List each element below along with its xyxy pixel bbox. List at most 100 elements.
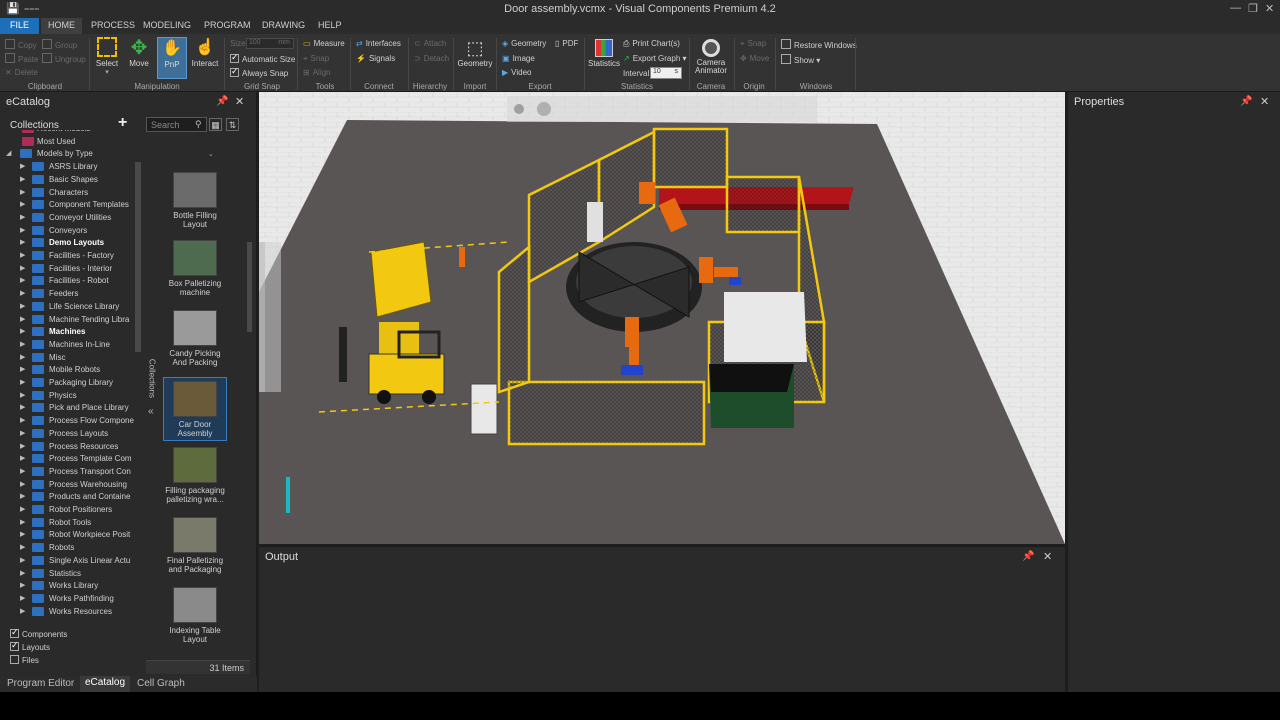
tree-item[interactable]: ▶ Facilities - Factory xyxy=(0,250,135,262)
tab-home[interactable]: HOME xyxy=(41,18,82,34)
origin-snap-button[interactable]: ⌖ Snap xyxy=(740,39,766,49)
catalog-item[interactable]: Final Palletizing and Packaging xyxy=(163,517,227,574)
tree-item[interactable]: ▶ Process Warehousing xyxy=(0,479,135,491)
collapsed-arrow-icon[interactable]: ▶ xyxy=(20,200,25,208)
collapsed-arrow-icon[interactable]: ▶ xyxy=(20,365,25,373)
tree-item[interactable]: ▶ Robot Positioners xyxy=(0,504,135,516)
nav-cube-top[interactable]: B xyxy=(301,464,308,475)
tree-item[interactable]: ▶ Robot Workpiece Posit xyxy=(0,529,135,541)
collapsed-arrow-icon[interactable]: ▶ xyxy=(20,480,25,488)
interval-field[interactable]: 10 s xyxy=(650,67,682,79)
grid-view-icon[interactable]: ▦ xyxy=(209,118,222,131)
collapsed-arrow-icon[interactable]: ▶ xyxy=(20,442,25,450)
filter-files[interactable]: Files xyxy=(10,655,39,665)
ungroup-button[interactable]: Ungroup xyxy=(42,53,86,64)
collapsed-arrow-icon[interactable]: ▶ xyxy=(20,175,25,183)
align-button[interactable]: ⊞ Align xyxy=(303,68,331,77)
catalog-item-selected[interactable]: Car Door Assembly xyxy=(163,377,227,441)
nav-cube-right[interactable]: R xyxy=(328,490,335,501)
tree-item[interactable]: ▶ Robot Tools xyxy=(0,517,135,529)
tree-item[interactable]: ▶ Process Layouts xyxy=(0,428,135,440)
grid-size-field[interactable]: 100 mm xyxy=(246,38,294,49)
always-snap-checkbox[interactable]: Always Snap xyxy=(230,66,288,78)
close-icon[interactable]: ✕ xyxy=(1260,95,1269,108)
tree-item[interactable]: ▶ Process Template Com xyxy=(0,453,135,465)
close-icon[interactable]: ✕ xyxy=(1265,2,1274,15)
tab-process[interactable]: PROCESS xyxy=(91,20,135,30)
tab-program-editor[interactable]: Program Editor xyxy=(7,678,74,689)
collapsed-arrow-icon[interactable]: ▶ xyxy=(20,302,25,310)
tree-item[interactable]: ▶ Robots xyxy=(0,542,135,554)
video-button[interactable]: ▶ Video xyxy=(502,68,531,77)
tree-item[interactable]: ▶ Mobile Robots xyxy=(0,364,135,376)
collapsed-arrow-icon[interactable]: ▶ xyxy=(20,315,25,323)
minimize-icon[interactable]: — xyxy=(1230,2,1241,14)
measure-button[interactable]: ▭ Measure xyxy=(303,39,345,48)
restore-windows-button[interactable]: Restore Windows xyxy=(781,39,857,50)
tree-item[interactable]: ▶ Products and Containe xyxy=(0,491,135,503)
rewind-icon[interactable] xyxy=(537,102,551,116)
nav-cube-bottom[interactable]: F xyxy=(302,518,308,529)
collapsed-arrow-icon[interactable]: ▶ xyxy=(20,378,25,386)
filter-components[interactable]: Components xyxy=(10,627,67,639)
tree-item[interactable]: ▶ Component Templates xyxy=(0,199,135,211)
collapsed-arrow-icon[interactable]: ▶ xyxy=(20,226,25,234)
nav-cube-left[interactable]: L xyxy=(276,490,282,501)
tree-item[interactable]: ▶ Statistics xyxy=(0,568,135,580)
origin-move-button[interactable]: ✥ Move xyxy=(740,54,769,63)
collapsed-arrow-icon[interactable]: ▶ xyxy=(20,276,25,284)
tree-item[interactable]: ▶ Machine Tending Libra xyxy=(0,314,135,326)
export-graph-button[interactable]: ↗ Export Graph ▾ xyxy=(623,54,687,63)
collapsed-arrow-icon[interactable]: ▶ xyxy=(20,403,25,411)
collapsed-arrow-icon[interactable]: ▶ xyxy=(20,454,25,462)
close-icon[interactable]: ✕ xyxy=(1043,550,1052,563)
attach-button[interactable]: ⊂ Attach xyxy=(414,39,446,48)
export-geometry-button[interactable]: ◈ Geometry xyxy=(502,39,546,48)
sort-icon[interactable]: ⇅ xyxy=(226,118,239,131)
search-input[interactable]: Search ⚲ xyxy=(146,117,207,132)
chevron-down-icon[interactable]: ⌄ xyxy=(208,150,214,158)
tree-item[interactable]: ▶ Process Resources xyxy=(0,441,135,453)
collapsed-arrow-icon[interactable]: ▶ xyxy=(20,353,25,361)
restore-icon[interactable]: ❐ xyxy=(1248,2,1258,15)
collapsed-arrow-icon[interactable]: ▶ xyxy=(20,188,25,196)
tree-item[interactable]: ▶ Works Library xyxy=(0,580,135,592)
collapsed-arrow-icon[interactable]: ▶ xyxy=(20,581,25,589)
collapsed-arrow-icon[interactable]: ▶ xyxy=(20,251,25,259)
tree-item[interactable]: ▶ ASRS Library xyxy=(0,161,135,173)
pin-icon[interactable]: 📌 xyxy=(1022,551,1034,562)
3d-viewport[interactable]: B L T R F xyxy=(259,92,1065,544)
interact-button[interactable]: ☝ Interact xyxy=(191,37,219,68)
interfaces-button[interactable]: ⇄ Interfaces xyxy=(356,39,401,48)
tab-program[interactable]: PROGRAM xyxy=(204,20,251,30)
collapsed-arrow-icon[interactable]: ▶ xyxy=(20,607,25,615)
move-button[interactable]: ✥ Move xyxy=(127,37,151,68)
tree-item[interactable]: Recent Models xyxy=(0,130,135,135)
tab-ecatalog[interactable]: eCatalog xyxy=(80,676,131,692)
tree-item[interactable]: ▶ Life Science Library xyxy=(0,301,135,313)
select-button[interactable]: Select ▾ xyxy=(94,37,120,76)
collapsed-arrow-icon[interactable]: ▶ xyxy=(20,416,25,424)
items-scrollbar-thumb[interactable] xyxy=(247,242,252,332)
filter-layouts[interactable]: Layouts xyxy=(10,640,50,652)
collapsed-arrow-icon[interactable]: ▶ xyxy=(20,467,25,475)
collapsed-arrow-icon[interactable]: ▶ xyxy=(20,289,25,297)
tab-cell-graph[interactable]: Cell Graph xyxy=(137,678,185,689)
delete-button[interactable]: ✕ Delete xyxy=(5,68,38,77)
catalog-item[interactable]: Bottle Filling Layout xyxy=(163,172,227,229)
detach-button[interactable]: ⊃ Detach xyxy=(414,54,449,63)
tree-item[interactable]: ▶ Single Axis Linear Actu xyxy=(0,555,135,567)
collapsed-arrow-icon[interactable]: ▶ xyxy=(20,429,25,437)
catalog-item[interactable]: Indexing Table Layout xyxy=(163,587,227,644)
tree-item[interactable]: ▶ Process Flow Compone xyxy=(0,415,135,427)
group-button[interactable]: Group xyxy=(42,39,77,50)
catalog-item[interactable]: Box Palletizing machine xyxy=(163,240,227,297)
catalog-item[interactable]: Candy Picking And Packing xyxy=(163,310,227,367)
tree-item[interactable]: ▶ Conveyors xyxy=(0,225,135,237)
tree-item[interactable]: ▶ Basic Shapes xyxy=(0,174,135,186)
pin-icon[interactable]: 📌 xyxy=(216,96,228,107)
signals-button[interactable]: ⚡ Signals xyxy=(356,54,395,63)
collections-side-tab[interactable]: Collections xyxy=(146,352,158,412)
tree-item[interactable]: ▶ Machines xyxy=(0,326,135,338)
tree-item[interactable]: ▶ Works Pathfinding xyxy=(0,593,135,605)
